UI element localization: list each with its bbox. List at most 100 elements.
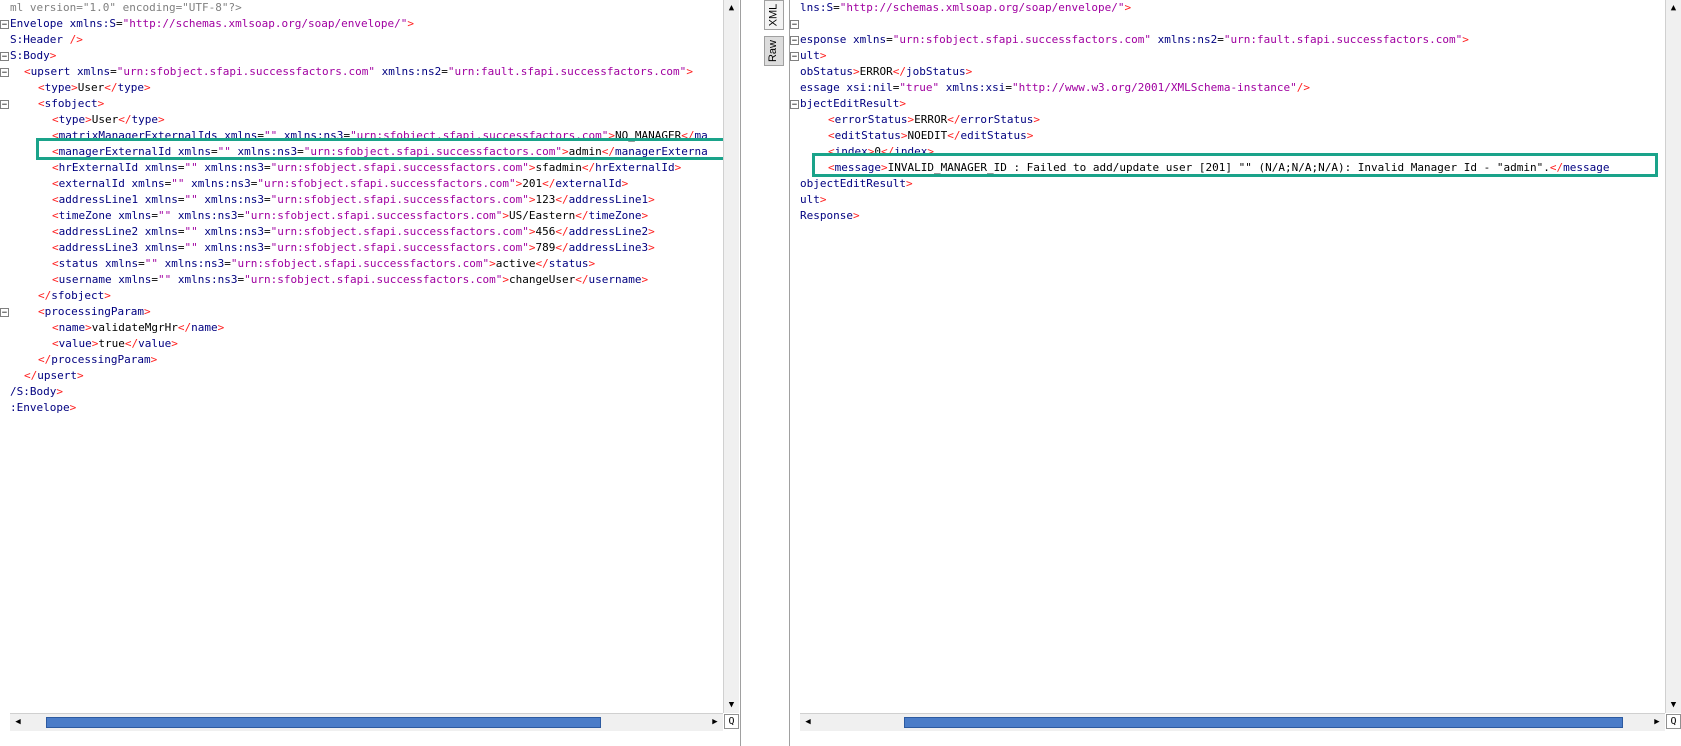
- xml-token-br: >: [648, 193, 655, 206]
- xml-token-val: "": [184, 225, 198, 238]
- error-message-highlight: [812, 153, 1658, 177]
- collapse-toggle-icon[interactable]: −: [0, 52, 9, 62]
- xml-token-br: >: [171, 337, 178, 350]
- scroll-down-icon[interactable]: ▼: [724, 697, 739, 713]
- xml-token-tag: jobStatus: [905, 65, 966, 78]
- scroll-right-icon[interactable]: ▶: [1649, 714, 1665, 731]
- xml-token-br: >: [143, 305, 151, 318]
- xml-token-br: </: [575, 209, 589, 222]
- scroll-right-icon[interactable]: ▶: [707, 714, 723, 731]
- xml-token-br: />: [62, 33, 83, 46]
- xml-token-br: </: [555, 193, 569, 206]
- xml-token-br: </: [118, 113, 132, 126]
- xml-token-text: true: [98, 337, 125, 350]
- xml-token-attr: xmlns:ns3: [197, 193, 264, 206]
- xml-token-br: >: [905, 177, 913, 190]
- scroll-left-icon[interactable]: ◀: [800, 714, 816, 731]
- scroll-up-icon[interactable]: ▲: [724, 0, 739, 16]
- scroll-left-icon[interactable]: ◀: [10, 714, 26, 731]
- collapse-toggle-icon[interactable]: −: [790, 100, 799, 110]
- xml-token-br: >: [674, 161, 682, 174]
- xml-token-text: User: [77, 81, 105, 94]
- response-xml-pane[interactable]: lns:S="http://schemas.xmlsoap.org/soap/e…: [790, 0, 1681, 746]
- xml-token-br: </: [581, 161, 596, 174]
- xml-token-attr: xmlns:ns3: [171, 273, 238, 286]
- right-horizontal-thumb[interactable]: [904, 717, 1623, 728]
- xml-token-attr: xmlns:ns2: [375, 65, 442, 78]
- xml-token-val: "urn:sfobject.sfapi.successfactors.com": [244, 273, 503, 286]
- xml-token-val: "": [184, 241, 198, 254]
- collapse-toggle-icon[interactable]: −: [0, 308, 9, 318]
- xml-token-br: >: [49, 49, 57, 62]
- xml-token-br: >: [104, 289, 111, 302]
- xml-token-val: "urn:fault.sfapi.successfactors.com": [1223, 33, 1463, 46]
- collapse-toggle-icon[interactable]: −: [0, 20, 9, 30]
- xml-token-tag: Envelope: [10, 17, 63, 30]
- collapse-toggle-icon[interactable]: −: [790, 52, 799, 62]
- collapse-toggle-icon[interactable]: −: [790, 36, 799, 46]
- xml-token-attr: xmlns: [111, 273, 152, 286]
- xml-token-tag: username: [58, 273, 112, 286]
- xml-token-text: =: [263, 193, 271, 206]
- xml-token-br: >: [1462, 33, 1469, 46]
- xml-token-tag: objectEditResult: [800, 177, 906, 190]
- xml-token-text: 123: [535, 193, 556, 206]
- xml-token-text: =: [224, 257, 231, 270]
- xml-token-attr: xmlns: [124, 177, 165, 190]
- xml-token-tag: sfobject: [44, 97, 98, 110]
- xml-token-text: NOEDIT: [907, 129, 948, 142]
- xml-token-tag: S:Header: [10, 33, 63, 46]
- xml-token-attr: xmlns: [138, 225, 178, 238]
- xml-token-br: >: [56, 385, 63, 398]
- xml-token-text: changeUser: [509, 273, 576, 286]
- right-horizontal-scrollbar[interactable]: ◀ ▶: [800, 713, 1665, 731]
- xml-token-br: >: [648, 241, 655, 254]
- xml-token-attr: xmlns: [846, 33, 887, 46]
- xml-token-val: "urn:sfobject.sfapi.successfactors.com": [270, 225, 529, 238]
- xml-token-text: =: [263, 161, 271, 174]
- left-horizontal-scrollbar[interactable]: ◀ ▶: [10, 713, 723, 731]
- tab-raw[interactable]: Raw: [764, 36, 784, 66]
- xml-token-br: >: [852, 209, 860, 222]
- scroll-down-icon[interactable]: ▼: [1666, 697, 1681, 713]
- xml-token-tag: processingParam: [44, 305, 144, 318]
- xml-token-val: "": [157, 273, 172, 286]
- xml-token-tag: ult: [800, 49, 820, 62]
- xml-token-br: <: [828, 113, 835, 126]
- xml-token-br: >: [1026, 129, 1034, 142]
- left-vertical-scrollbar[interactable]: ▲ ▼: [723, 0, 739, 713]
- xml-token-br: >: [528, 161, 536, 174]
- xml-token-text: 789: [535, 241, 556, 254]
- xml-token-br: >: [69, 401, 77, 414]
- xml-token-br: <: [52, 241, 59, 254]
- tab-xml[interactable]: XML: [764, 0, 784, 30]
- xml-token-br: >: [77, 369, 84, 382]
- xml-token-tag: sfobject: [51, 289, 105, 302]
- xml-token-attr: xmlns: [111, 209, 152, 222]
- xml-token-text: =: [441, 65, 448, 78]
- xml-token-text: =: [886, 33, 893, 46]
- left-horizontal-thumb[interactable]: [46, 717, 601, 728]
- xml-token-tag: addressLine1: [58, 193, 139, 206]
- manager-external-id-highlight: [36, 138, 739, 160]
- xml-token-tag: errorStatus: [960, 113, 1034, 126]
- xml-token-text: =: [1217, 33, 1224, 46]
- collapse-toggle-icon[interactable]: −: [0, 68, 9, 78]
- xml-token-attr: xmlns:ns3: [197, 241, 264, 254]
- scroll-up-icon[interactable]: ▲: [1666, 0, 1681, 16]
- xml-token-attr: xmlns:ns3: [158, 257, 225, 270]
- request-xml-pane[interactable]: ml version="1.0" encoding="UTF-8"?> − Enve…: [0, 0, 740, 746]
- xml-token-br: <: [52, 321, 59, 334]
- xml-token-tag: name: [191, 321, 218, 334]
- zoom-icon[interactable]: Q: [724, 714, 739, 729]
- xml-token-tag: type: [58, 113, 86, 126]
- right-vertical-scrollbar[interactable]: ▲ ▼: [1665, 0, 1681, 713]
- xml-token-br: />: [1296, 81, 1310, 94]
- xml-token-text: =: [138, 257, 145, 270]
- xml-token-br: >: [528, 241, 536, 254]
- pane-splitter[interactable]: [740, 0, 790, 746]
- collapse-toggle-icon[interactable]: −: [0, 100, 9, 110]
- collapse-toggle-icon[interactable]: −: [790, 20, 799, 30]
- zoom-icon[interactable]: Q: [1666, 714, 1681, 729]
- xml-token-tag: errorStatus: [834, 113, 908, 126]
